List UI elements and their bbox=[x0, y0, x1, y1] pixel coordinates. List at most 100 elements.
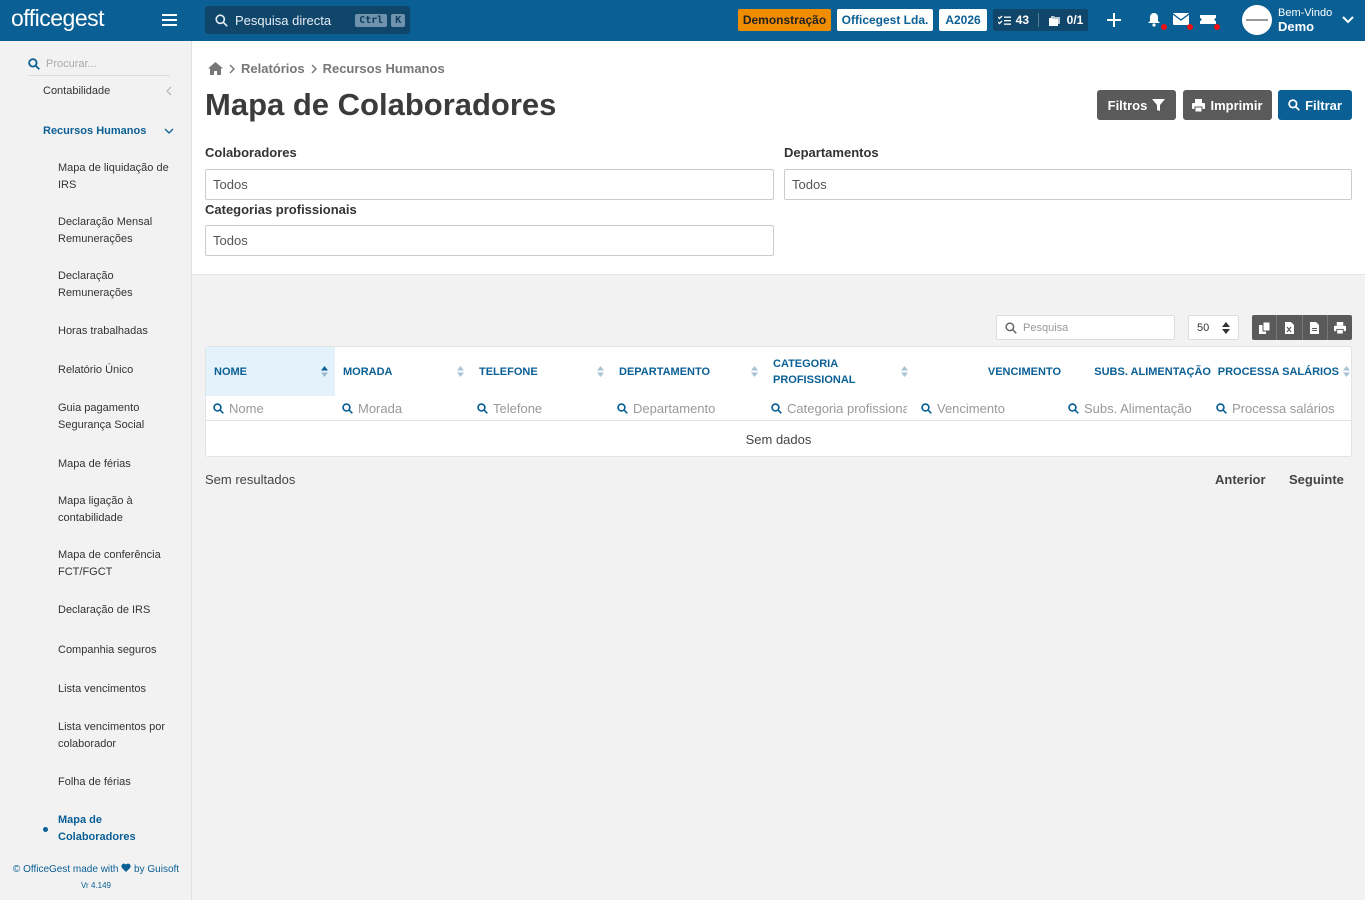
sort-arrows-icon bbox=[1222, 322, 1230, 334]
filter-input-vencimento[interactable]: Vencimento bbox=[921, 396, 1061, 421]
column-header-departamento[interactable]: DEPARTAMENTO bbox=[611, 347, 765, 396]
sidebar-item-vacation-sheet[interactable]: Folha de férias bbox=[58, 774, 183, 791]
sidebar-item-social-security[interactable]: Guia pagamento Segurança Social bbox=[58, 400, 183, 434]
sidebar-item-employee-map[interactable]: Mapa de Colaboradores bbox=[58, 812, 153, 846]
chevron-right-icon bbox=[311, 64, 317, 73]
file-icon bbox=[1310, 321, 1320, 334]
filter-input-telefone[interactable]: Telefone bbox=[477, 396, 607, 421]
breadcrumb: Relatórios Recursos Humanos bbox=[208, 61, 445, 76]
sidebar-item-worked-hours[interactable]: Horas trabalhadas bbox=[58, 323, 183, 340]
search-icon bbox=[1068, 403, 1079, 414]
table-search-input[interactable]: Pesquisa bbox=[996, 315, 1175, 340]
search-icon bbox=[213, 403, 224, 414]
column-header-subs-alimentacao[interactable]: SUBS. ALIMENTAÇÃO bbox=[1063, 347, 1211, 396]
add-button[interactable] bbox=[1106, 12, 1124, 30]
empty-state: Sem dados bbox=[745, 431, 812, 447]
home-icon[interactable] bbox=[208, 62, 223, 75]
tasks-list-icon bbox=[997, 15, 1011, 25]
menu-toggle-button[interactable] bbox=[162, 14, 177, 26]
messages-button[interactable] bbox=[1172, 12, 1193, 30]
user-menu[interactable]: Bem-Vindo Demo bbox=[1242, 5, 1354, 35]
sidebar-item-salary-list[interactable]: Lista vencimentos bbox=[58, 681, 183, 698]
filter-input-subs-alimentacao[interactable]: Subs. Alimentação bbox=[1068, 396, 1208, 421]
employees-filter-select[interactable]: Todos bbox=[205, 169, 774, 200]
filters-button[interactable]: Filtros bbox=[1097, 90, 1176, 120]
sidebar-item-insurance[interactable]: Companhia seguros bbox=[58, 642, 183, 659]
column-header-morada[interactable]: MORADA bbox=[335, 347, 471, 396]
print-button[interactable]: Imprimir bbox=[1183, 90, 1272, 120]
sidebar-item-irs-declaration[interactable]: Declaração de IRS bbox=[58, 602, 183, 619]
sidebar-section-contabilidade[interactable]: Contabilidade bbox=[43, 83, 110, 100]
tickets-button[interactable] bbox=[1200, 12, 1220, 30]
breadcrumb-hr[interactable]: Recursos Humanos bbox=[323, 61, 445, 76]
user-name: Demo bbox=[1278, 19, 1315, 34]
copy-button[interactable] bbox=[1252, 315, 1278, 340]
filter-input-nome[interactable]: Nome bbox=[213, 396, 333, 421]
column-header-vencimento[interactable]: VENCIMENTO bbox=[915, 347, 1063, 396]
bell-icon bbox=[1148, 13, 1160, 27]
sidebar-item-single-report[interactable]: Relatório Único bbox=[58, 362, 183, 379]
sidebar-item-fct-fgct[interactable]: Mapa de conferência FCT/FGCT bbox=[58, 547, 183, 581]
tasks-docs-group[interactable]: 43 0/1 bbox=[993, 9, 1088, 31]
footer-prefix: © OfficeGest made with bbox=[12, 864, 119, 875]
filter-input-categoria[interactable]: Categoria profissional bbox=[771, 396, 907, 421]
sidebar-item-vacation-map[interactable]: Mapa de férias bbox=[58, 456, 183, 473]
column-header-telefone[interactable]: TELEFONE bbox=[471, 347, 611, 396]
sidebar-search-input[interactable]: Procurar... bbox=[28, 53, 170, 76]
search-icon bbox=[28, 58, 40, 70]
sidebar-item-monthly-declaration[interactable]: Declaração Mensal Remunerações bbox=[58, 214, 183, 248]
csv-export-button[interactable] bbox=[1302, 315, 1328, 340]
sort-icon bbox=[1343, 366, 1350, 377]
hamburger-icon bbox=[162, 14, 177, 16]
print-table-button[interactable] bbox=[1327, 315, 1352, 340]
column-header-nome[interactable]: NOME bbox=[206, 347, 335, 396]
funnel-icon bbox=[1152, 98, 1166, 111]
sidebar-section-recursos-humanos[interactable]: Recursos Humanos bbox=[43, 123, 146, 140]
sort-icon bbox=[321, 366, 328, 377]
apply-filter-button[interactable]: Filtrar bbox=[1278, 90, 1352, 120]
printer-icon bbox=[1192, 98, 1206, 112]
next-page-button[interactable]: Seguinte bbox=[1289, 472, 1344, 487]
documents-counter[interactable]: 0/1 bbox=[1048, 13, 1083, 27]
sidebar-item-salary-by-employee[interactable]: Lista vencimentos por colaborador bbox=[58, 719, 183, 753]
sidebar-item-irs-liquidation[interactable]: Mapa de liquidação de IRS bbox=[58, 160, 183, 194]
search-icon bbox=[921, 403, 932, 414]
search-icon bbox=[477, 403, 488, 414]
company-logo-icon bbox=[1246, 19, 1268, 21]
sidebar-item-remunerations-declaration[interactable]: Declaração Remunerações bbox=[58, 268, 153, 302]
demo-badge[interactable]: Demonstração bbox=[738, 9, 831, 31]
filter-input-departamento[interactable]: Departamento bbox=[617, 396, 761, 421]
breadcrumb-reports[interactable]: Relatórios bbox=[241, 61, 305, 76]
search-icon bbox=[1005, 321, 1017, 334]
avatar[interactable] bbox=[1242, 5, 1272, 35]
chevron-down-icon bbox=[1342, 16, 1354, 24]
notifications-button[interactable] bbox=[1147, 12, 1167, 30]
app-logo[interactable]: officegest bbox=[11, 5, 105, 32]
sidebar-footer: © OfficeGest made with by Guisoft Vr 4.1… bbox=[0, 863, 192, 890]
company-badge[interactable]: Officegest Lda. bbox=[837, 9, 933, 31]
categories-filter-select[interactable]: Todos bbox=[205, 225, 774, 256]
filter-input-morada[interactable]: Morada bbox=[342, 396, 468, 421]
sort-icon bbox=[597, 366, 604, 377]
quick-search-button[interactable]: Pesquisa directa Ctrl K bbox=[205, 6, 410, 34]
column-header-categoria[interactable]: CATEGORIA PROFISSIONAL bbox=[765, 347, 915, 396]
filter-input-processa-salarios[interactable]: Processa salários bbox=[1216, 396, 1350, 421]
column-header-processa-salarios[interactable]: PROCESSA SALÁRIOS bbox=[1211, 347, 1351, 396]
sidebar-item-accounting-link[interactable]: Mapa ligação à contabilidade bbox=[58, 493, 158, 527]
departments-filter-label: Departamentos bbox=[784, 145, 879, 160]
search-icon bbox=[1216, 403, 1227, 414]
employees-table: NOME MORADA TELEFONE DEPARTAMENTO CATEGO… bbox=[205, 346, 1352, 457]
user-info: Bem-Vindo Demo bbox=[1278, 7, 1332, 33]
previous-page-button[interactable]: Anterior bbox=[1215, 472, 1266, 487]
tasks-counter[interactable]: 43 bbox=[997, 13, 1029, 27]
tickets-dot bbox=[1214, 24, 1220, 30]
excel-export-button[interactable] bbox=[1277, 315, 1303, 340]
footer-suffix[interactable]: by Guisoft bbox=[134, 864, 179, 875]
shortcut-key: K bbox=[391, 13, 406, 27]
year-badge[interactable]: A2026 bbox=[939, 9, 987, 31]
departments-filter-select[interactable]: Todos bbox=[784, 169, 1352, 200]
app-version: Vr 4.149 bbox=[81, 881, 111, 890]
categories-filter-label: Categorias profissionais bbox=[205, 202, 357, 217]
page-size-select[interactable]: 50 bbox=[1188, 315, 1239, 340]
top-bar: officegest Pesquisa directa Ctrl K Demon… bbox=[0, 0, 1365, 41]
